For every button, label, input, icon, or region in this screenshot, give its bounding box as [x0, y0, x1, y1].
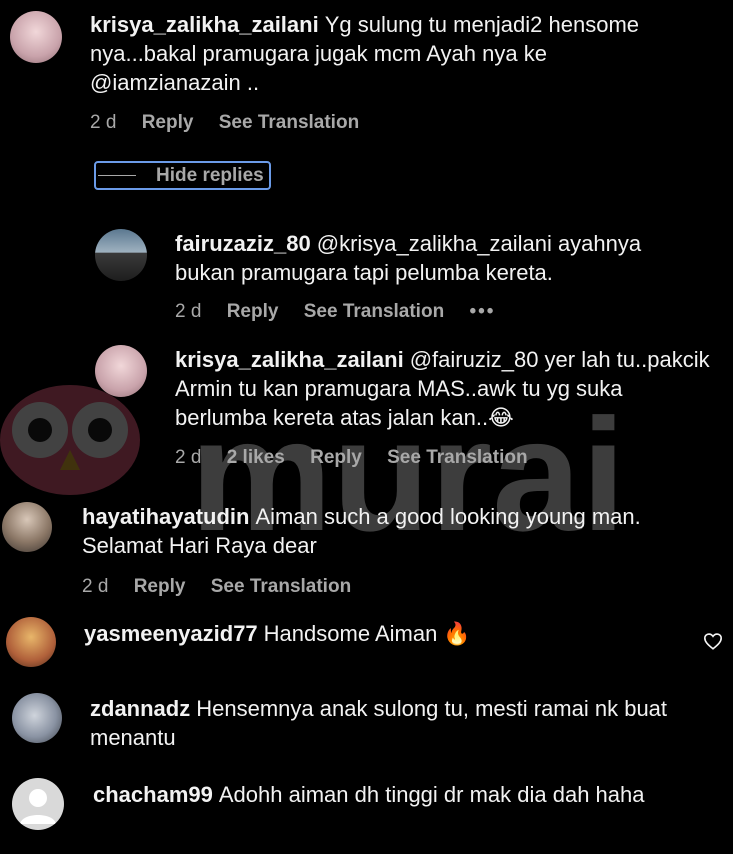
avatar[interactable] — [95, 345, 147, 397]
likes-count[interactable]: 2 likes — [227, 447, 285, 468]
reply-username[interactable]: fairuzaziz_80 — [175, 231, 311, 256]
reply-time: 2 d — [175, 301, 202, 322]
comment-username[interactable]: chacham99 — [93, 782, 213, 807]
comment-text: zdannadz Hensemnya anak sulong tu, mesti … — [90, 694, 720, 752]
default-profile-icon — [20, 789, 56, 824]
reply-meta: 2 d 2 likes Reply See Translation — [175, 447, 548, 469]
comment-meta: 2 d Reply See Translation — [82, 576, 371, 598]
reply-button[interactable]: Reply — [134, 576, 186, 597]
reply-text: fairuzaziz_80 @krisya_zalikha_zailani aya… — [175, 229, 695, 287]
comment-text: krisya_zalikha_zailani Yg sulung tu menja… — [90, 10, 700, 97]
hide-replies-label: Hide replies — [156, 164, 264, 186]
comment-time: 2 d — [90, 112, 117, 133]
comment-username[interactable]: zdannadz — [90, 696, 190, 721]
comment-username[interactable]: yasmeenyazid77 — [84, 621, 258, 646]
see-translation-button[interactable]: See Translation — [219, 112, 359, 133]
comment-text: hayatihayatudin Aiman such a good looking… — [82, 502, 722, 560]
avatar[interactable] — [2, 502, 52, 552]
avatar[interactable] — [10, 11, 62, 63]
comment-text: chacham99 Adohh aiman dh tinggi dr mak di… — [93, 780, 713, 809]
reply-button[interactable]: Reply — [227, 301, 279, 322]
comment-username[interactable]: hayatihayatudin — [82, 504, 249, 529]
comment-username[interactable]: krisya_zalikha_zailani — [90, 12, 319, 37]
hide-replies-button[interactable]: Hide replies — [94, 161, 271, 190]
see-translation-button[interactable]: See Translation — [211, 576, 351, 597]
avatar[interactable] — [12, 778, 64, 830]
comment-body: Handsome Aiman 🔥 — [263, 621, 471, 646]
avatar[interactable] — [12, 693, 62, 743]
reply-button[interactable]: Reply — [310, 447, 362, 468]
avatar[interactable] — [95, 229, 147, 281]
comment-text: yasmeenyazid77 Handsome Aiman 🔥 — [84, 619, 684, 648]
avatar[interactable] — [6, 617, 56, 667]
reply-button[interactable]: Reply — [142, 112, 194, 133]
see-translation-button[interactable]: See Translation — [304, 301, 444, 322]
reply-username[interactable]: krisya_zalikha_zailani — [175, 347, 404, 372]
comment-time: 2 d — [82, 576, 109, 597]
more-options-icon[interactable]: ••• — [469, 301, 495, 322]
reply-text: krisya_zalikha_zailani @fairuziz_80 yer l… — [175, 345, 715, 432]
comment-meta: 2 d Reply See Translation — [90, 112, 379, 134]
see-translation-button[interactable]: See Translation — [387, 447, 527, 468]
reply-time: 2 d — [175, 447, 202, 468]
reply-meta: 2 d Reply See Translation ••• — [175, 301, 515, 323]
divider-line — [98, 175, 136, 176]
comment-body: Adohh aiman dh tinggi dr mak dia dah hah… — [218, 782, 645, 807]
heart-icon[interactable] — [703, 632, 723, 650]
